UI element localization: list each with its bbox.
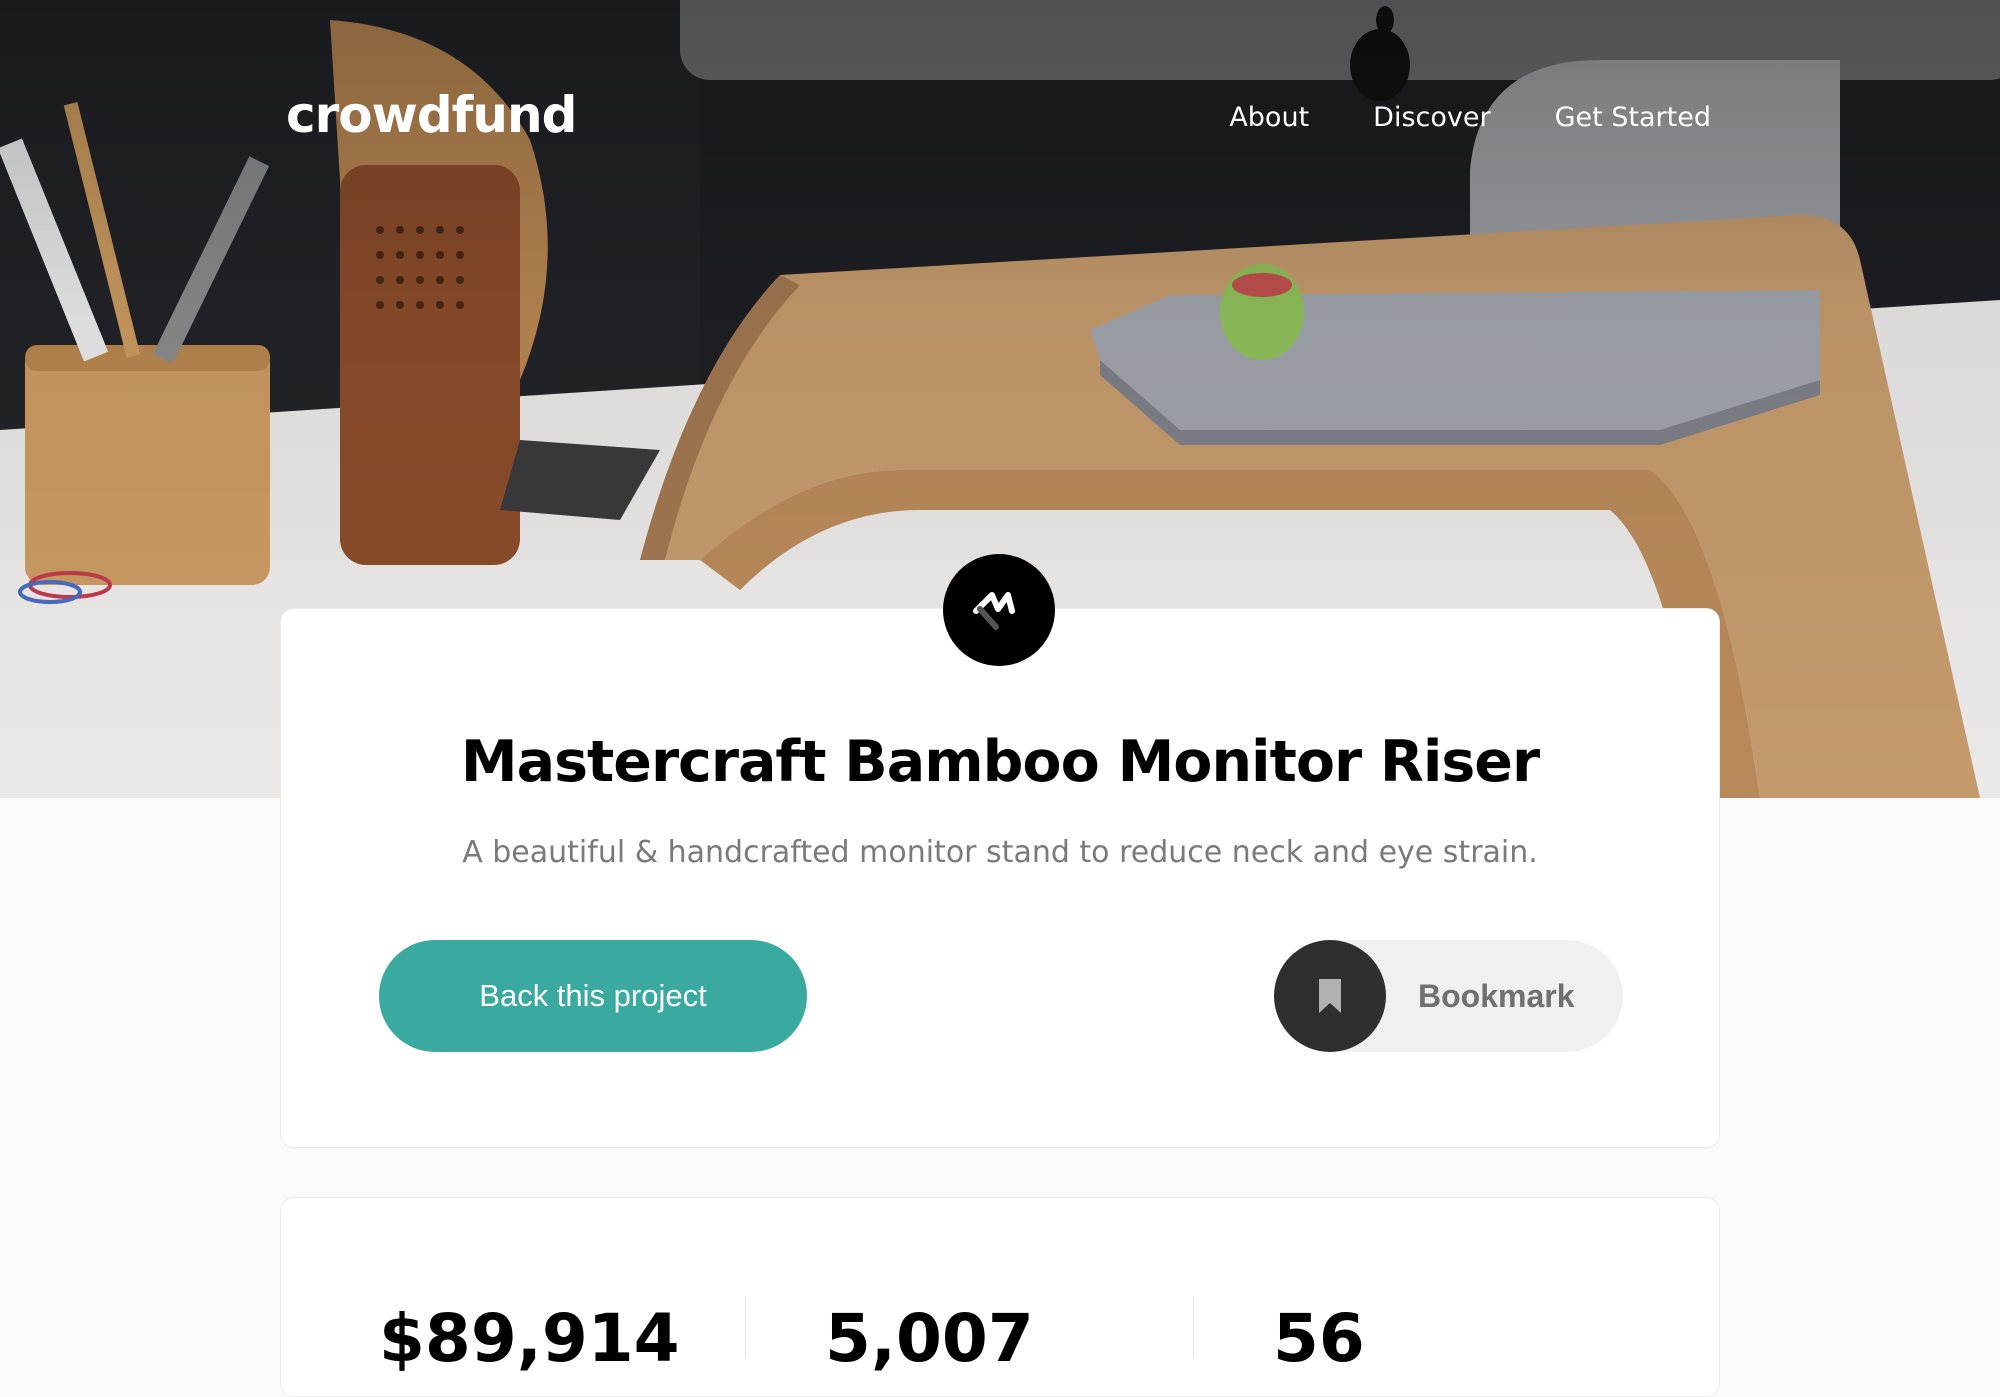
project-subtitle: A beautiful & handcrafted monitor stand … <box>462 835 1538 870</box>
stat-total-backers: 5,007 <box>825 1300 1034 1377</box>
main-nav: About Discover Get Started <box>1229 102 1711 133</box>
bookmark-icon-circle <box>1274 940 1386 1052</box>
back-project-button[interactable]: Back this project <box>379 940 807 1052</box>
nav-get-started[interactable]: Get Started <box>1555 102 1711 133</box>
nav-about[interactable]: About <box>1229 102 1309 133</box>
bookmark-label: Bookmark <box>1418 977 1575 1014</box>
bookmark-icon <box>1319 979 1341 1013</box>
bookmark-button[interactable]: Bookmark <box>1274 940 1623 1052</box>
stats-card: $89,914 5,007 56 <box>280 1197 1720 1397</box>
stats-divider <box>745 1296 746 1356</box>
project-title: Mastercraft Bamboo Monitor Riser <box>460 729 1540 795</box>
stats-divider <box>1193 1296 1194 1356</box>
stat-days-left: 56 <box>1273 1300 1365 1377</box>
project-card: Mastercraft Bamboo Monitor Riser A beaut… <box>280 608 1720 1148</box>
mastercraft-logo-icon <box>943 554 1055 666</box>
nav-discover[interactable]: Discover <box>1373 102 1490 133</box>
site-logo[interactable]: crowdfund <box>286 86 577 144</box>
stat-total-backed: $89,914 <box>379 1300 680 1377</box>
